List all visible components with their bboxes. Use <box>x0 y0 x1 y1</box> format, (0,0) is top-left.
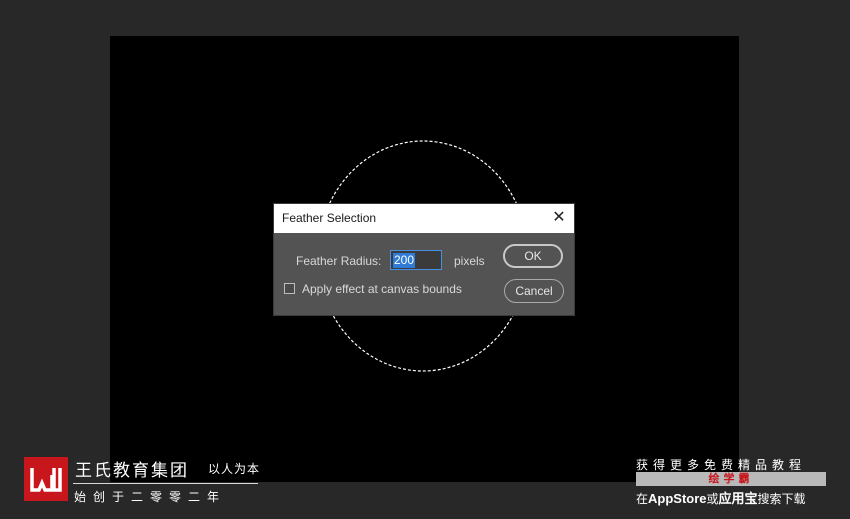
brand-year: 始创于二零零二年 <box>74 490 227 504</box>
dialog-title: Feather Selection <box>282 211 377 225</box>
promo-bar-text: 绘学霸 <box>708 473 754 485</box>
unit-label: pixels <box>454 254 485 268</box>
brand-name: 王氏教育集团 <box>75 461 189 480</box>
ok-button[interactable]: OK <box>503 244 563 268</box>
dialog-titlebar[interactable]: Feather Selection ✕ <box>274 204 574 233</box>
store-appstore: AppStore <box>648 491 707 506</box>
brand-slogan: 以人为本 <box>208 462 261 476</box>
promo-bar: 绘学霸 <box>636 472 826 486</box>
feather-selection-dialog: Feather Selection ✕ Feather Radius: 200 … <box>273 203 575 316</box>
cancel-button[interactable]: Cancel <box>504 279 564 303</box>
feather-radius-input[interactable]: 200 <box>390 250 442 270</box>
promo-line-1: 获得更多免费精品教程 <box>636 458 807 472</box>
close-icon[interactable]: ✕ <box>550 209 568 227</box>
feather-radius-label: Feather Radius: <box>296 254 382 268</box>
promo-mid: 或 <box>706 492 719 506</box>
promo-suffix: 搜索下载 <box>757 492 806 506</box>
apply-effect-checkbox[interactable] <box>284 283 295 294</box>
store-yingyongbao: 应用宝 <box>718 491 758 506</box>
promo-line-3: 在AppStore或应用宝搜索下载 <box>636 488 806 507</box>
feather-radius-value: 200 <box>393 253 416 268</box>
promo-prefix: 在 <box>636 492 649 506</box>
apply-effect-label[interactable]: Apply effect at canvas bounds <box>302 282 462 296</box>
brand-divider <box>73 483 258 484</box>
wangshi-logo-icon <box>24 457 68 501</box>
